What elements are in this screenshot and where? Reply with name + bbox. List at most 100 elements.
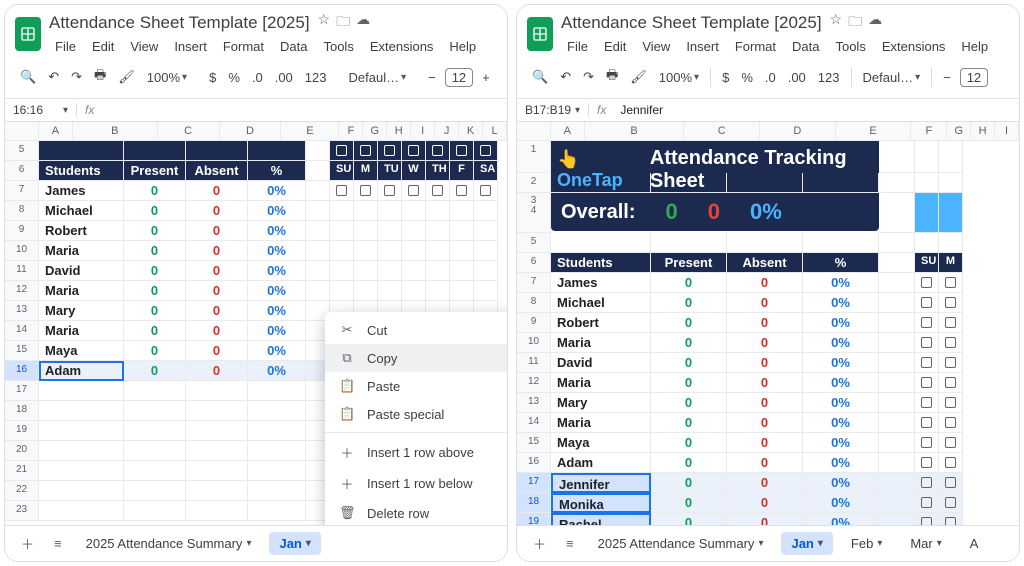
col-header[interactable]: G <box>947 122 971 141</box>
checkbox-icon[interactable] <box>945 477 956 488</box>
cm-paste[interactable]: 📋Paste⌘V <box>325 372 507 400</box>
checkbox-icon[interactable] <box>921 477 932 488</box>
all-sheets-button[interactable]: ≡ <box>560 534 580 553</box>
table-row[interactable]: 18 Monika 0 0 0% <box>517 493 1019 513</box>
add-sheet-button[interactable]: ＋ <box>527 532 552 555</box>
table-row[interactable]: 6 Students Present Absent % SU M <box>517 253 1019 273</box>
col-header[interactable]: A <box>39 122 73 141</box>
col-header[interactable]: B <box>585 122 685 141</box>
menu-file[interactable]: File <box>561 37 594 56</box>
more-formats-icon[interactable]: 123 <box>300 66 332 89</box>
paint-format-icon[interactable]: 🖌 <box>625 65 652 89</box>
currency-icon[interactable]: $ <box>717 66 734 89</box>
percent-icon[interactable]: % <box>736 66 758 89</box>
table-row[interactable]: 8 Michael 0 0 0% <box>5 201 507 221</box>
table-row[interactable]: 5 <box>5 141 507 161</box>
table-row[interactable]: 12 Maria 0 0 0% <box>5 281 507 301</box>
table-row[interactable]: 13 Mary 0 0 0% <box>517 393 1019 413</box>
menu-edit[interactable]: Edit <box>86 37 120 56</box>
tab-jan[interactable]: Jan▾ <box>781 532 832 555</box>
document-title[interactable]: Attendance Sheet Template [2025] <box>49 13 310 33</box>
font-size-input[interactable]: 12 <box>445 68 473 87</box>
table-row[interactable]: 1 👆 OneTap Attendance Tracking Sheet <box>517 141 1019 173</box>
checkbox-icon[interactable] <box>921 457 932 468</box>
table-row[interactable]: 11 David 0 0 0% <box>5 261 507 281</box>
table-row[interactable]: 7 James 0 0 0% <box>5 181 507 201</box>
cm-paste-special[interactable]: 📋Paste special▸ <box>325 400 507 428</box>
currency-icon[interactable]: $ <box>204 66 221 89</box>
checkbox-icon[interactable] <box>456 185 467 196</box>
checkbox-icon[interactable] <box>945 457 956 468</box>
table-row[interactable]: 15 Maya 0 0 0% <box>517 433 1019 453</box>
menu-tools[interactable]: Tools <box>317 37 359 56</box>
col-header[interactable]: E <box>281 122 339 141</box>
checkbox-icon[interactable] <box>945 397 956 408</box>
menu-tools[interactable]: Tools <box>829 37 871 56</box>
checkbox-icon[interactable] <box>921 337 932 348</box>
menu-data[interactable]: Data <box>786 37 825 56</box>
menu-format[interactable]: Format <box>217 37 270 56</box>
menu-edit[interactable]: Edit <box>598 37 632 56</box>
table-row[interactable]: 11 David 0 0 0% <box>517 353 1019 373</box>
tab-jan[interactable]: Jan▾ <box>269 532 320 555</box>
table-row[interactable]: 7 James 0 0 0% <box>517 273 1019 293</box>
table-row[interactable]: 14 Maria 0 0 0% <box>517 413 1019 433</box>
checkbox-icon[interactable] <box>432 185 443 196</box>
menu-data[interactable]: Data <box>274 37 313 56</box>
col-header[interactable]: K <box>459 122 483 141</box>
font-size-minus[interactable]: − <box>938 66 956 89</box>
menu-extensions[interactable]: Extensions <box>364 37 440 56</box>
menu-extensions[interactable]: Extensions <box>876 37 952 56</box>
search-icon[interactable]: 🔍 <box>527 65 553 89</box>
col-header[interactable]: H <box>971 122 995 141</box>
paint-format-icon[interactable]: 🖌 <box>113 65 140 89</box>
move-icon[interactable]: 🗀 <box>336 11 350 35</box>
table-row[interactable]: 8 Michael 0 0 0% <box>517 293 1019 313</box>
col-header[interactable]: I <box>411 122 435 141</box>
cm-insert-above[interactable]: ＋Insert 1 row above <box>325 437 507 468</box>
checkbox-icon[interactable] <box>384 185 395 196</box>
cm-copy[interactable]: ⧉Copy⌘C <box>325 344 507 372</box>
tab-apr[interactable]: A <box>960 532 989 555</box>
checkbox-icon[interactable] <box>945 497 956 508</box>
col-header[interactable]: D <box>220 122 282 141</box>
table-row[interactable]: 16 Adam 0 0 0% <box>517 453 1019 473</box>
cm-cut[interactable]: ✂Cut⌘X <box>325 316 507 344</box>
cloud-icon[interactable]: ☁ <box>356 11 370 35</box>
checkbox-icon[interactable] <box>921 377 932 388</box>
add-sheet-button[interactable]: ＋ <box>15 532 40 555</box>
col-header[interactable]: I <box>995 122 1019 141</box>
table-row[interactable]: 34 Overall: 0 0 0% <box>517 193 1019 233</box>
checkbox-icon[interactable] <box>336 185 347 196</box>
col-header[interactable]: L <box>483 122 507 141</box>
table-row[interactable]: 9 Robert 0 0 0% <box>517 313 1019 333</box>
table-row[interactable]: 10 Maria 0 0 0% <box>5 241 507 261</box>
table-row[interactable]: 9 Robert 0 0 0% <box>5 221 507 241</box>
redo-icon[interactable]: ↷ <box>578 65 599 89</box>
more-formats-icon[interactable]: 123 <box>813 66 845 89</box>
cloud-icon[interactable]: ☁ <box>868 11 882 35</box>
star-icon[interactable]: ☆ <box>830 11 843 35</box>
tab-mar[interactable]: Mar▾ <box>900 532 951 555</box>
cm-delete-row[interactable]: 🗑Delete row <box>325 499 507 525</box>
col-header[interactable]: C <box>158 122 220 141</box>
move-icon[interactable]: 🗀 <box>848 11 862 35</box>
redo-icon[interactable]: ↷ <box>66 65 87 89</box>
table-row[interactable]: 2 <box>517 173 1019 193</box>
checkbox-icon[interactable] <box>921 517 932 525</box>
checkbox-icon[interactable] <box>921 397 932 408</box>
percent-icon[interactable]: % <box>223 66 245 89</box>
table-row[interactable]: 19 Rachel 0 0 0% <box>517 513 1019 525</box>
print-icon[interactable]: 🖶 <box>601 62 623 92</box>
checkbox-icon[interactable] <box>945 417 956 428</box>
col-header[interactable]: H <box>387 122 411 141</box>
col-header[interactable]: C <box>684 122 760 141</box>
checkbox-icon[interactable] <box>945 437 956 448</box>
menu-insert[interactable]: Insert <box>680 37 725 56</box>
checkbox-icon[interactable] <box>921 437 932 448</box>
search-icon[interactable]: 🔍 <box>15 65 41 89</box>
table-row[interactable]: 10 Maria 0 0 0% <box>517 333 1019 353</box>
col-header[interactable]: F <box>339 122 363 141</box>
checkbox-icon[interactable] <box>945 297 956 308</box>
table-row[interactable]: 6 Students Present Absent % SUMTUWTHFSA <box>5 161 507 181</box>
